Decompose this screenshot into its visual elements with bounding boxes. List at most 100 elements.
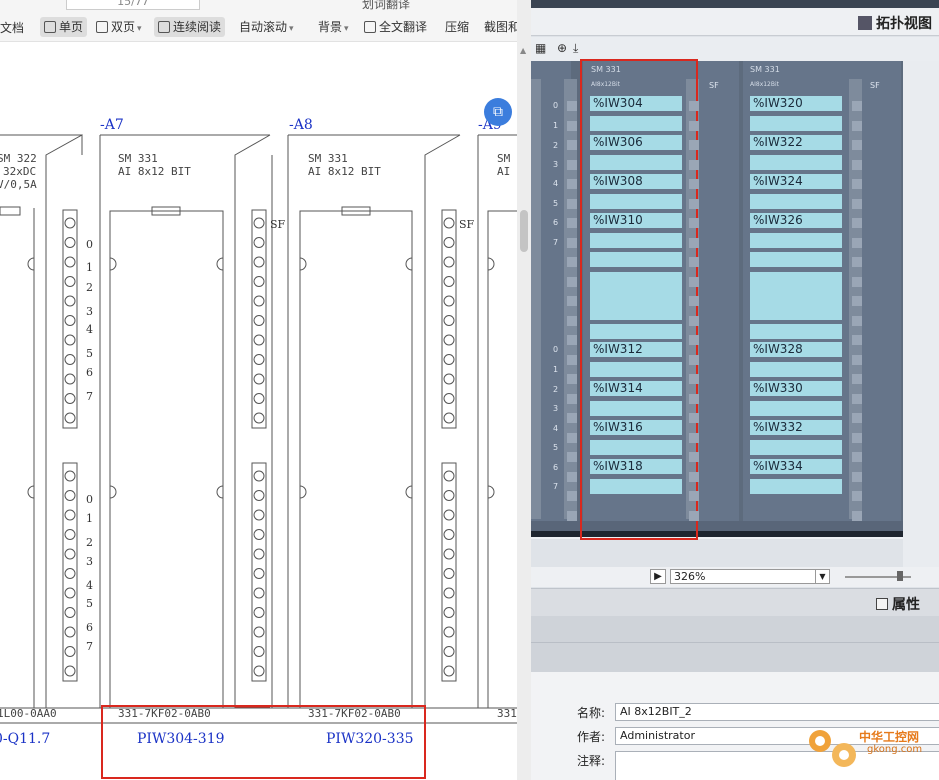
status-led <box>852 257 862 267</box>
partial-strip <box>531 79 541 519</box>
address-cell-empty[interactable] <box>750 479 842 494</box>
scroll-thumb[interactable] <box>520 210 528 252</box>
properties-header: 属性 <box>531 588 939 616</box>
zoom-icon[interactable]: ⊕ <box>557 41 567 55</box>
terminal-circle <box>64 315 76 326</box>
terminal-circle <box>443 626 455 638</box>
zoom-slider[interactable] <box>845 571 911 581</box>
grid-icon[interactable]: ▦ <box>535 41 546 55</box>
terminal-circle <box>443 646 455 657</box>
properties-icon <box>876 598 888 610</box>
single-page-button[interactable]: 单页 <box>40 17 88 37</box>
left-module-order: 1L00-0AA0 <box>0 707 57 720</box>
properties-label: 属性 <box>892 597 920 613</box>
topology-view-tab[interactable]: 拓扑视图 <box>858 13 932 33</box>
terminal-circle <box>253 568 265 579</box>
ch-num-bottom-4: 4 <box>86 579 93 592</box>
address-cell[interactable]: %IW334 <box>750 459 842 474</box>
terminal-circle <box>253 256 265 268</box>
terminal-circle <box>253 490 265 501</box>
address-cell[interactable]: %IW324 <box>750 174 842 189</box>
a8-module-desc: AI 8x12 BIT <box>308 165 381 178</box>
continuous-read-button[interactable]: 连续阅读 <box>154 17 226 37</box>
address-cell[interactable]: %IW322 <box>750 135 842 150</box>
download-icon[interactable]: ⤓ <box>573 41 578 56</box>
address-cell[interactable]: %IW330 <box>750 381 842 396</box>
status-led <box>567 354 577 365</box>
name-field[interactable]: AI 8x12BIT_2 <box>615 703 939 721</box>
status-led <box>689 452 699 462</box>
status-led <box>567 413 577 423</box>
status-led <box>852 393 862 404</box>
address-cell[interactable]: %IW328 <box>750 342 842 357</box>
ch-num-bottom-7: 7 <box>86 640 93 653</box>
terminal-circle <box>443 665 455 677</box>
status-led <box>852 354 862 365</box>
status-led <box>567 471 577 482</box>
address-cell-empty[interactable] <box>750 233 842 248</box>
reader-scrollbar[interactable]: ▲ <box>517 0 531 780</box>
terminal-circle <box>64 393 76 404</box>
module-a-sf: SF <box>709 81 719 90</box>
address-cell-empty[interactable] <box>750 324 842 339</box>
status-led <box>852 218 862 228</box>
tia-ch-num: 3 <box>553 160 559 169</box>
terminal-circle <box>443 490 455 501</box>
docs-button[interactable]: 文档 <box>0 20 24 36</box>
status-led <box>852 471 862 482</box>
page-indicator[interactable]: 15/77 <box>66 0 200 10</box>
address-cell[interactable]: %IW326 <box>750 213 842 228</box>
canvas-side-panel[interactable] <box>903 61 939 571</box>
double-page-button[interactable]: 双页 <box>96 19 142 37</box>
address-cell-empty[interactable] <box>750 440 842 455</box>
tia-ch-num: 4 <box>553 179 559 188</box>
terminal-circle <box>443 548 455 560</box>
ch-num-top-4: 4 <box>86 323 93 336</box>
address-cell-empty[interactable] <box>750 155 842 170</box>
status-led <box>852 101 862 111</box>
scroll-up-icon[interactable]: ▲ <box>520 46 526 55</box>
zoom-slider-knob[interactable] <box>897 571 903 581</box>
a7-module-desc: AI 8x12 BIT <box>118 165 191 178</box>
status-led <box>567 491 577 501</box>
terminal-circle <box>64 607 76 618</box>
auto-scroll-button[interactable]: 自动滚动 <box>239 19 294 37</box>
compress-button[interactable]: 压缩 <box>445 19 469 35</box>
address-cell-empty[interactable] <box>750 401 842 416</box>
floating-tool-button[interactable]: ⧉ <box>484 98 512 126</box>
comment-label: 注释: <box>577 754 606 768</box>
status-led <box>567 159 577 170</box>
address-cell-empty[interactable] <box>750 272 842 320</box>
double-page-label: 双页 <box>111 20 136 34</box>
tia-ch-num: 0 <box>553 345 559 354</box>
status-led <box>567 335 577 345</box>
a7-module-type: SM 331 <box>118 152 158 165</box>
chevron-down-icon[interactable]: ▼ <box>815 570 829 583</box>
address-cell[interactable]: %IW320 <box>750 96 842 111</box>
status-led <box>689 354 699 365</box>
ch-num-top-6: 6 <box>86 366 93 379</box>
module-b-type: SM 331 <box>750 65 780 74</box>
divider <box>531 642 939 643</box>
address-cell[interactable]: %IW332 <box>750 420 842 435</box>
terminal-circle <box>253 276 265 287</box>
ch-num-top-5: 5 <box>86 347 93 360</box>
zoom-select[interactable]: 326% ▼ <box>670 569 830 584</box>
status-led <box>567 452 577 462</box>
terminal-circle <box>443 217 455 229</box>
screenshot-button[interactable]: 截图和 <box>484 19 517 35</box>
terminal-circle <box>64 412 76 424</box>
terminal-circle <box>253 607 265 618</box>
address-cell-empty[interactable] <box>750 194 842 209</box>
address-cell-empty[interactable] <box>750 362 842 377</box>
address-cell-empty[interactable] <box>750 116 842 131</box>
expand-arrow-icon[interactable]: ▶ <box>650 569 666 584</box>
left-module-range: 0-Q11.7 <box>0 731 51 747</box>
full-translate-button[interactable]: 全文翻译 <box>364 19 427 35</box>
address-cell-empty[interactable] <box>750 252 842 267</box>
status-led <box>852 432 862 443</box>
translate-selection-button[interactable]: 划词翻译 <box>362 0 410 12</box>
properties-tab[interactable]: 属性 <box>876 594 920 614</box>
background-button[interactable]: 背景 <box>318 19 349 37</box>
terminal-circle <box>64 354 76 365</box>
